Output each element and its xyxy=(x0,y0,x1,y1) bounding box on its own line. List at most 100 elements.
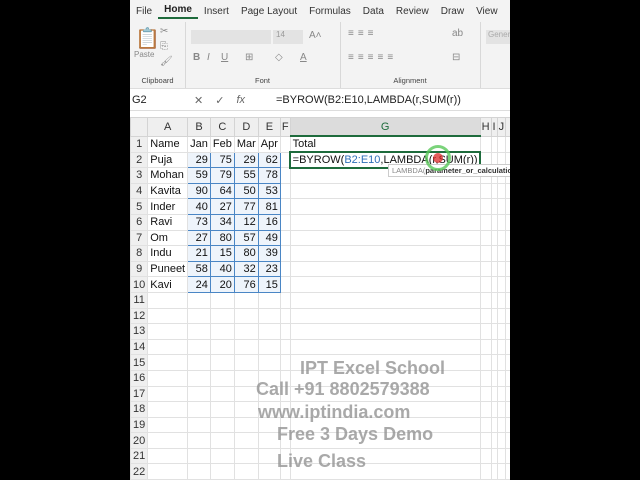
tab-insert[interactable]: Insert xyxy=(198,6,235,17)
cell[interactable]: Apr xyxy=(257,135,281,153)
cell[interactable]: 75 xyxy=(209,151,235,169)
cell[interactable] xyxy=(147,354,189,371)
row-header[interactable]: 19 xyxy=(130,416,149,434)
cell[interactable] xyxy=(187,401,211,418)
cell[interactable] xyxy=(147,401,189,418)
cell[interactable] xyxy=(479,276,492,293)
cell[interactable] xyxy=(233,385,259,403)
cell[interactable]: Mar xyxy=(233,135,259,153)
cell[interactable]: 90 xyxy=(187,182,211,200)
cell[interactable] xyxy=(289,260,481,278)
cell[interactable] xyxy=(479,338,492,356)
cell[interactable] xyxy=(289,229,481,247)
cell[interactable] xyxy=(279,323,291,340)
cell[interactable] xyxy=(279,229,291,247)
cell[interactable] xyxy=(279,260,291,278)
cell[interactable] xyxy=(147,338,189,356)
cell[interactable] xyxy=(147,432,189,449)
cell[interactable] xyxy=(496,447,507,465)
horizontal-align-icons[interactable]: ≡≡≡≡≡ xyxy=(348,52,397,63)
column-header[interactable]: C xyxy=(209,117,235,137)
cell[interactable] xyxy=(505,198,510,215)
borders-icon[interactable]: ⊞ xyxy=(245,52,253,63)
cell[interactable] xyxy=(209,385,235,403)
cell[interactable] xyxy=(257,307,281,325)
font-name-dropdown[interactable] xyxy=(191,30,271,44)
cell[interactable] xyxy=(505,463,510,480)
tab-review[interactable]: Review xyxy=(390,6,435,17)
cancel-icon[interactable]: ✕ xyxy=(194,94,203,107)
row-header[interactable]: 18 xyxy=(130,401,149,418)
cell[interactable] xyxy=(479,245,492,262)
cell[interactable]: Ravi xyxy=(147,213,189,231)
row-header[interactable]: 11 xyxy=(130,291,149,309)
cell[interactable]: 27 xyxy=(187,229,211,247)
cell[interactable] xyxy=(147,463,189,480)
cell[interactable] xyxy=(233,291,259,309)
cell[interactable]: 59 xyxy=(187,167,211,184)
cell[interactable] xyxy=(505,291,510,309)
cell[interactable]: 62 xyxy=(257,151,281,169)
cell[interactable]: Mohan xyxy=(147,167,189,184)
cell[interactable] xyxy=(233,432,259,449)
cell[interactable] xyxy=(505,213,510,231)
cell[interactable] xyxy=(279,291,291,309)
cell[interactable]: 79 xyxy=(209,167,235,184)
cell[interactable] xyxy=(496,416,507,434)
cell[interactable]: 29 xyxy=(233,151,259,169)
cell[interactable] xyxy=(289,307,481,325)
cell[interactable] xyxy=(496,260,507,278)
cell[interactable] xyxy=(479,416,492,434)
cell[interactable] xyxy=(496,385,507,403)
cell[interactable] xyxy=(187,416,211,434)
cell[interactable] xyxy=(187,432,211,449)
cell[interactable]: 77 xyxy=(233,198,259,215)
underline-button[interactable]: U xyxy=(221,52,228,63)
cell[interactable] xyxy=(496,323,507,340)
cell[interactable]: 12 xyxy=(233,213,259,231)
cell[interactable] xyxy=(505,260,510,278)
cell[interactable] xyxy=(279,135,291,153)
cell[interactable]: 80 xyxy=(233,245,259,262)
cell[interactable]: 16 xyxy=(257,213,281,231)
cell[interactable]: 64 xyxy=(209,182,235,200)
cell[interactable] xyxy=(233,401,259,418)
cell[interactable] xyxy=(496,198,507,215)
cell[interactable]: 57 xyxy=(233,229,259,247)
row-header[interactable]: 7 xyxy=(130,229,149,247)
cell[interactable] xyxy=(496,463,507,480)
cell[interactable] xyxy=(505,323,510,340)
cell[interactable] xyxy=(505,354,510,371)
cell[interactable] xyxy=(505,432,510,449)
cell[interactable]: 29 xyxy=(187,151,211,169)
cell[interactable] xyxy=(209,369,235,387)
cell[interactable] xyxy=(496,229,507,247)
tab-formulas[interactable]: Formulas xyxy=(303,6,357,17)
cell[interactable] xyxy=(257,354,281,371)
name-box[interactable]: G2 xyxy=(130,94,194,106)
cell[interactable] xyxy=(505,245,510,262)
cell[interactable] xyxy=(289,245,481,262)
vertical-align-icons[interactable]: ≡≡≡ xyxy=(348,28,378,39)
cell[interactable]: 40 xyxy=(187,198,211,215)
cell[interactable]: 50 xyxy=(233,182,259,200)
bold-button[interactable]: B xyxy=(193,52,200,63)
cell[interactable]: 27 xyxy=(209,198,235,215)
cell[interactable] xyxy=(187,307,211,325)
cell[interactable] xyxy=(289,213,481,231)
column-header[interactable]: D xyxy=(233,117,259,137)
italic-button[interactable]: I xyxy=(207,52,210,63)
cell[interactable]: 78 xyxy=(257,167,281,184)
cell[interactable]: Puja xyxy=(147,151,189,169)
cell[interactable] xyxy=(505,369,510,387)
column-header[interactable] xyxy=(505,117,510,137)
cell[interactable] xyxy=(187,323,211,340)
cut-icon[interactable]: ✂ xyxy=(160,26,168,37)
cell[interactable] xyxy=(147,447,189,465)
cell[interactable] xyxy=(147,385,189,403)
row-header[interactable]: 12 xyxy=(130,307,149,325)
cell[interactable] xyxy=(496,245,507,262)
cell[interactable] xyxy=(187,354,211,371)
cell[interactable] xyxy=(279,354,291,371)
cell[interactable] xyxy=(187,338,211,356)
